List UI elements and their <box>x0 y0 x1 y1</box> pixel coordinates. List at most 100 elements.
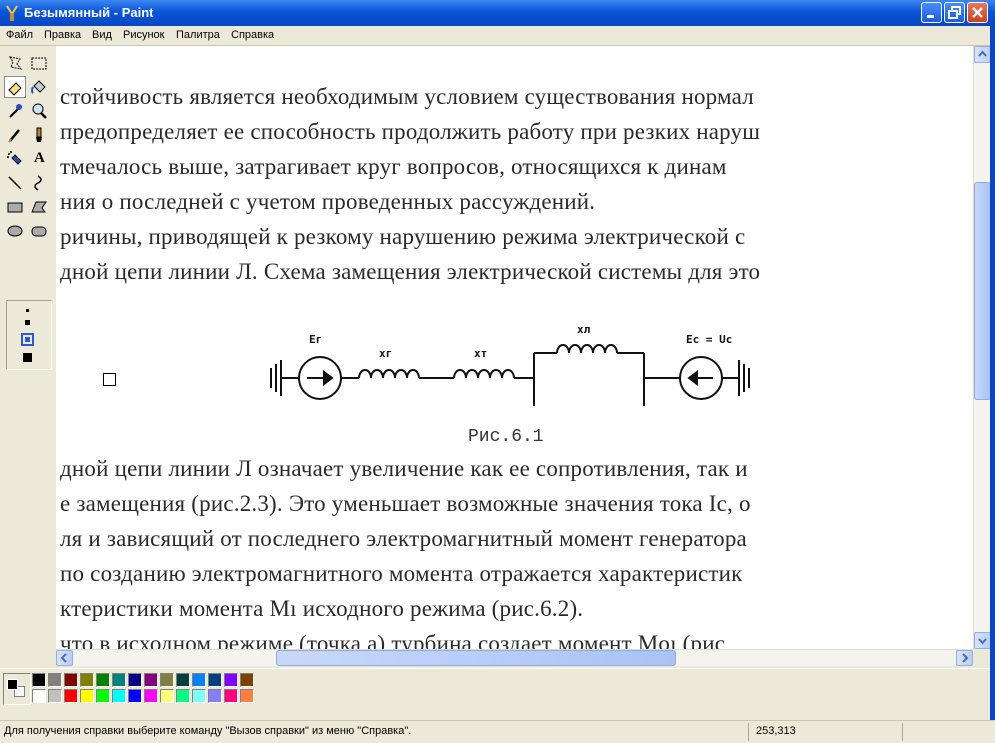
text-icon: A <box>34 150 45 166</box>
rect-select-icon <box>31 57 47 70</box>
palette-swatch[interactable] <box>48 673 62 687</box>
brush-tool[interactable] <box>28 124 50 146</box>
eraser-size-small[interactable] <box>26 309 29 312</box>
menu-file[interactable]: Файл <box>6 29 33 41</box>
menu-bar: Файл Правка Вид Рисунок Палитра Справка <box>0 26 995 46</box>
vertical-scroll-thumb[interactable] <box>974 182 991 400</box>
rectangle-tool[interactable] <box>4 196 26 218</box>
coil-xg <box>358 369 420 379</box>
minimize-button[interactable] <box>921 2 942 23</box>
eraser-size-selected[interactable] <box>21 333 34 346</box>
scroll-up-button[interactable] <box>974 46 991 63</box>
menu-image[interactable]: Рисунок <box>123 29 165 41</box>
palette-swatch[interactable] <box>240 673 254 687</box>
text-tool[interactable]: A <box>28 148 50 170</box>
palette-swatch[interactable] <box>128 689 142 703</box>
menu-edit[interactable]: Правка <box>44 29 81 41</box>
palette-swatch[interactable] <box>160 689 174 703</box>
palette-swatch[interactable] <box>112 673 126 687</box>
cursor-coordinates: 253,313 <box>756 725 796 737</box>
rounded-rect-tool[interactable] <box>28 220 50 242</box>
resize-handle[interactable] <box>103 373 116 386</box>
text-line-1: стойчивость является необходимым условие… <box>60 84 754 109</box>
airbrush-tool[interactable] <box>4 148 26 170</box>
foreground-color-swatch[interactable] <box>7 679 18 690</box>
scroll-down-button[interactable] <box>974 632 991 649</box>
color-picker-icon <box>9 104 22 118</box>
palette-swatch[interactable] <box>192 673 206 687</box>
horizontal-scrollbar[interactable] <box>56 649 973 666</box>
ellipse-tool[interactable] <box>4 220 26 242</box>
close-button[interactable] <box>967 2 988 23</box>
palette-swatch[interactable] <box>64 689 78 703</box>
text-line-11: ктеристики момента Мı исходного режима (… <box>60 596 584 621</box>
coil-xl <box>556 344 618 354</box>
arrow-down-icon <box>978 638 987 645</box>
label-xl: xл <box>577 323 591 336</box>
fill-tool[interactable] <box>28 76 50 98</box>
eraser-tool[interactable] <box>4 76 26 98</box>
palette-swatch[interactable] <box>64 673 78 687</box>
text-line-8: е замещения (рис.2.3). Это уменьшает воз… <box>60 491 751 516</box>
palette-swatch[interactable] <box>96 673 110 687</box>
vertical-scrollbar[interactable] <box>973 46 991 649</box>
coil-xt <box>453 369 515 379</box>
drawing-canvas[interactable]: стойчивость является необходимым условие… <box>56 46 973 649</box>
palette-swatch[interactable] <box>32 673 46 687</box>
palette-swatch[interactable] <box>144 689 158 703</box>
palette-swatch[interactable] <box>224 673 238 687</box>
circuit-diagram: Eг xг xт xл Eс = Uс <box>270 323 750 406</box>
palette-swatch[interactable] <box>160 673 174 687</box>
eraser-size-medium[interactable] <box>25 320 30 325</box>
menu-palette[interactable]: Палитра <box>176 29 220 41</box>
palette-swatch[interactable] <box>224 689 238 703</box>
palette-swatch[interactable] <box>176 689 190 703</box>
palette-swatch[interactable] <box>112 689 126 703</box>
free-select-tool[interactable] <box>4 52 26 74</box>
close-icon <box>972 7 983 18</box>
text-line-2: предопределяет ее способность продолжить… <box>60 119 761 144</box>
status-separator <box>902 723 903 741</box>
polygon-tool[interactable] <box>28 196 50 218</box>
menu-view[interactable]: Вид <box>92 29 112 41</box>
maximize-button[interactable] <box>944 2 965 23</box>
minimize-icon <box>927 15 934 18</box>
magnifier-tool[interactable] <box>28 100 50 122</box>
palette-swatch[interactable] <box>128 673 142 687</box>
palette-swatch[interactable] <box>96 689 110 703</box>
menu-help[interactable]: Справка <box>231 29 274 41</box>
current-colors[interactable] <box>3 673 31 705</box>
title-bar[interactable]: Безымянный - Paint <box>0 0 995 26</box>
rect-select-tool[interactable] <box>28 52 50 74</box>
scroll-corner <box>973 649 990 665</box>
text-line-7: дной цепи линии Л означает увеличение ка… <box>60 456 748 481</box>
pencil-tool[interactable] <box>4 124 26 146</box>
palette-swatch[interactable] <box>32 689 46 703</box>
magnifier-icon <box>32 103 47 119</box>
color-swatches <box>32 673 262 707</box>
rectangle-icon <box>7 202 23 213</box>
scroll-left-button[interactable] <box>56 650 73 666</box>
palette-swatch[interactable] <box>80 673 94 687</box>
palette-swatch[interactable] <box>208 689 222 703</box>
palette-swatch[interactable] <box>176 673 190 687</box>
palette-swatch[interactable] <box>208 673 222 687</box>
figure-caption: Рис.6.1 <box>468 427 544 447</box>
eraser-size-large[interactable] <box>23 353 32 362</box>
horizontal-scroll-thumb[interactable] <box>276 650 676 666</box>
palette-swatch[interactable] <box>192 689 206 703</box>
line-icon <box>8 176 22 190</box>
palette-swatch[interactable] <box>240 689 254 703</box>
scroll-right-button[interactable] <box>956 650 973 666</box>
palette-swatch[interactable] <box>48 689 62 703</box>
text-line-5: ричины, приводящей к резкому нарушению р… <box>60 224 746 249</box>
color-picker-tool[interactable] <box>4 100 26 122</box>
toolbox: A <box>0 46 56 658</box>
color-palette <box>0 668 995 721</box>
line-tool[interactable] <box>4 172 26 194</box>
palette-swatch[interactable] <box>80 689 94 703</box>
label-ec: Eс = Uс <box>686 333 732 346</box>
palette-swatch[interactable] <box>144 673 158 687</box>
tool-options <box>6 300 52 370</box>
curve-tool[interactable] <box>28 172 50 194</box>
